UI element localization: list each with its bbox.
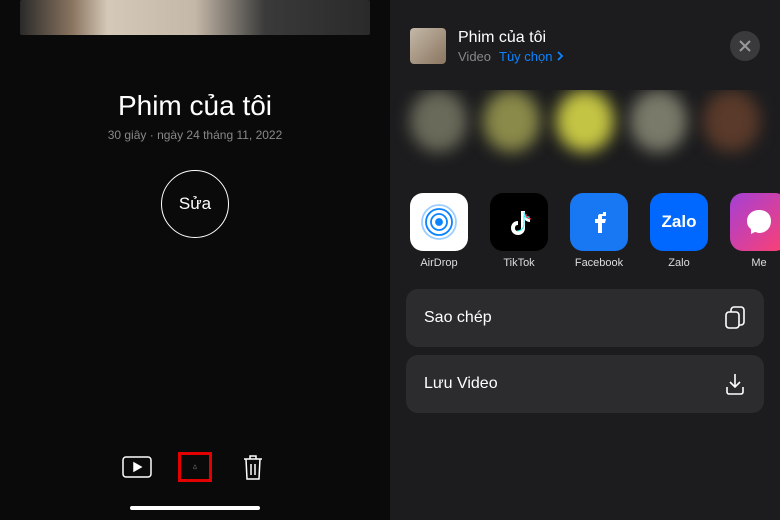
messenger-icon <box>730 193 780 251</box>
options-button[interactable]: Tùy chọn <box>499 49 563 64</box>
airdrop-icon <box>410 193 468 251</box>
project-view: Phim của tôi 30 giây · ngày 24 tháng 11,… <box>0 0 390 520</box>
media-type-label: Video <box>458 49 491 64</box>
contact-avatar[interactable] <box>483 90 540 152</box>
edit-button[interactable]: Sửa <box>161 170 229 238</box>
save-video-action[interactable]: Lưu Video <box>406 355 764 413</box>
contact-suggestions[interactable] <box>390 90 780 175</box>
app-facebook[interactable]: Facebook <box>570 193 628 269</box>
actions-list: Sao chép Lưu Video <box>390 289 780 413</box>
app-label: Facebook <box>575 257 623 269</box>
app-label: Zalo <box>668 257 689 269</box>
app-zalo[interactable]: Zalo Zalo <box>650 193 708 269</box>
delete-button[interactable] <box>236 452 270 482</box>
play-button[interactable] <box>120 452 154 482</box>
bottom-toolbar <box>0 452 390 482</box>
tiktok-icon <box>490 193 548 251</box>
facebook-icon <box>570 193 628 251</box>
share-title: Phim của tôi <box>458 29 718 47</box>
share-header: Phim của tôi Video Tùy chọn <box>390 0 780 82</box>
close-button[interactable] <box>730 31 760 61</box>
copy-icon <box>724 306 746 330</box>
action-label: Sao chép <box>424 309 492 327</box>
share-info: Phim của tôi Video Tùy chọn <box>458 29 718 64</box>
app-label: AirDrop <box>420 257 457 269</box>
share-button[interactable] <box>178 452 212 482</box>
project-info: Phim của tôi 30 giây · ngày 24 tháng 11,… <box>0 90 390 142</box>
zalo-icon: Zalo <box>650 193 708 251</box>
contact-avatar[interactable] <box>410 90 467 152</box>
video-filmstrip <box>20 0 370 35</box>
chevron-right-icon <box>557 51 564 61</box>
contact-avatar[interactable] <box>556 90 613 152</box>
project-title: Phim của tôi <box>0 90 390 122</box>
app-messenger[interactable]: Me <box>730 193 780 269</box>
share-icon <box>193 451 197 483</box>
share-subtitle: Video Tùy chọn <box>458 49 718 64</box>
close-icon <box>739 40 751 52</box>
contact-avatar[interactable] <box>703 90 760 152</box>
options-label: Tùy chọn <box>499 49 552 64</box>
play-icon <box>122 456 152 478</box>
contact-avatar[interactable] <box>630 90 687 152</box>
edit-label: Sửa <box>179 194 211 214</box>
project-meta: 30 giây · ngày 24 tháng 11, 2022 <box>0 128 390 142</box>
copy-action[interactable]: Sao chép <box>406 289 764 347</box>
trash-icon <box>241 453 265 481</box>
share-apps: AirDrop TikTok Facebook Zalo Zalo <box>390 193 780 289</box>
app-label: Me <box>751 257 766 269</box>
action-label: Lưu Video <box>424 375 498 393</box>
share-thumbnail <box>410 28 446 64</box>
home-indicator[interactable] <box>130 506 260 510</box>
share-sheet: Phim của tôi Video Tùy chọn <box>390 0 780 520</box>
app-label: TikTok <box>503 257 534 269</box>
app-tiktok[interactable]: TikTok <box>490 193 548 269</box>
download-icon <box>724 372 746 396</box>
app-airdrop[interactable]: AirDrop <box>410 193 468 269</box>
